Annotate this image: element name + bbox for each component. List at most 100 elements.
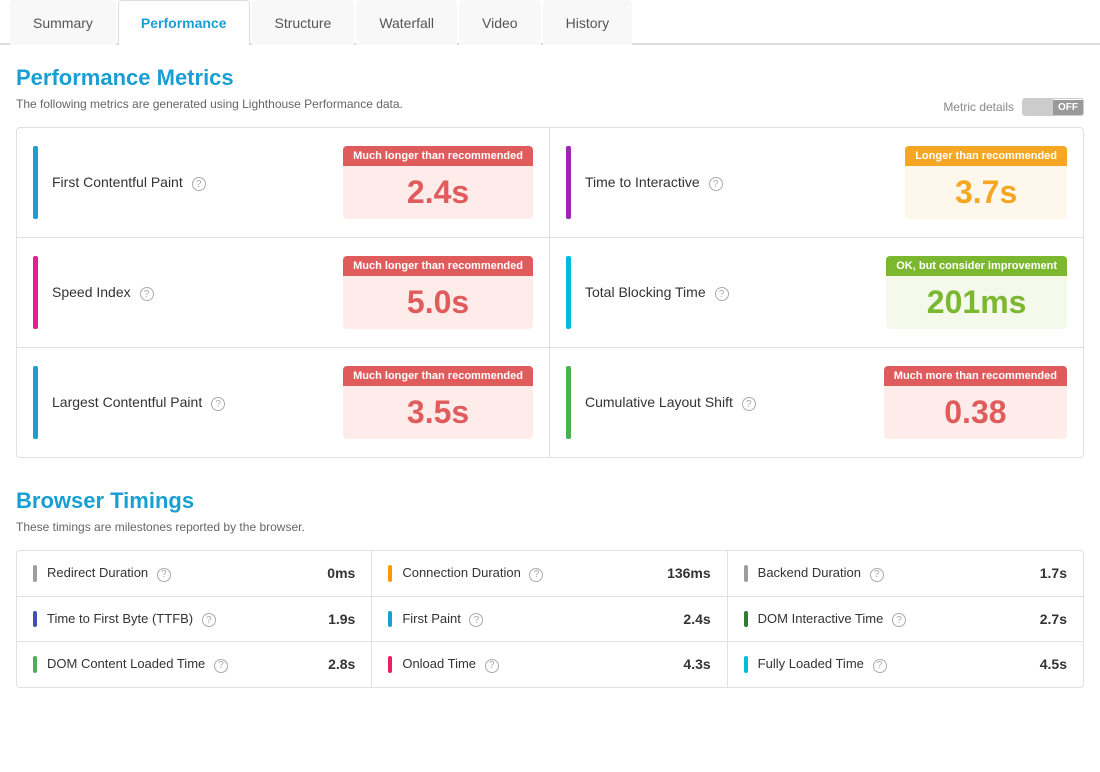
timing-cell-backend-duration: Backend Duration ? 1.7s — [728, 551, 1083, 597]
question-icon-total-blocking-time[interactable]: ? — [715, 287, 729, 301]
metric-details-toggle[interactable]: OFF — [1022, 98, 1084, 116]
timing-cell-dom-content-loaded-time: DOM Content Loaded Time ? 2.8s — [17, 642, 372, 687]
metric-label-time-to-interactive: Time to Interactive ? — [585, 174, 905, 192]
timing-label-redirect-duration: Redirect Duration ? — [47, 565, 317, 582]
timing-cell-redirect-duration: Redirect Duration ? 0ms — [17, 551, 372, 597]
metric-badge-cumulative-layout-shift: Much more than recommended — [884, 366, 1067, 386]
timing-value-fully-loaded-time: 4.5s — [1040, 656, 1067, 672]
question-icon-connection-duration[interactable]: ? — [529, 568, 543, 582]
metric-badge-speed-index: Much longer than recommended — [343, 256, 533, 276]
metric-cell-cumulative-layout-shift: Cumulative Layout Shift ? Much more than… — [550, 348, 1083, 457]
timing-label-backend-duration: Backend Duration ? — [758, 565, 1030, 582]
toggle-off-label: OFF — [1053, 100, 1083, 115]
tab-performance[interactable]: Performance — [118, 0, 250, 45]
metric-value-cumulative-layout-shift: 0.38 — [884, 386, 1067, 439]
question-icon-dom-interactive-time[interactable]: ? — [892, 613, 906, 627]
question-icon-cumulative-layout-shift[interactable]: ? — [742, 397, 756, 411]
timing-cell-first-paint: First Paint ? 2.4s — [372, 597, 727, 643]
question-icon-largest-contentful-paint[interactable]: ? — [211, 397, 225, 411]
timing-value-redirect-duration: 0ms — [327, 565, 355, 581]
browser-timings-title: Browser Timings — [16, 488, 1084, 514]
timing-label-time-to-first-byte: Time to First Byte (TTFB) ? — [47, 611, 318, 628]
timing-label-dom-content-loaded-time: DOM Content Loaded Time ? — [47, 656, 318, 673]
performance-subtitle: The following metrics are generated usin… — [16, 97, 403, 111]
metric-cell-speed-index: Speed Index ? Much longer than recommend… — [17, 238, 550, 348]
metric-badge-first-contentful-paint: Much longer than recommended — [343, 146, 533, 166]
timing-label-connection-duration: Connection Duration ? — [402, 565, 657, 582]
tab-video[interactable]: Video — [459, 0, 541, 45]
metric-value-total-blocking-time: 201ms — [886, 276, 1067, 329]
metric-badge-largest-contentful-paint: Much longer than recommended — [343, 366, 533, 386]
timing-bar-connection-duration — [388, 565, 392, 582]
timing-bar-onload-time — [388, 656, 392, 673]
question-icon-speed-index[interactable]: ? — [140, 287, 154, 301]
question-icon-redirect-duration[interactable]: ? — [157, 568, 171, 582]
metric-bar-total-blocking-time — [566, 256, 571, 329]
timing-value-dom-interactive-time: 2.7s — [1040, 611, 1067, 627]
timing-label-onload-time: Onload Time ? — [402, 656, 673, 673]
timing-bar-redirect-duration — [33, 565, 37, 582]
timing-bar-dom-content-loaded-time — [33, 656, 37, 673]
question-icon-time-to-interactive[interactable]: ? — [709, 177, 723, 191]
metric-cell-time-to-interactive: Time to Interactive ? Longer than recomm… — [550, 128, 1083, 238]
metric-cell-total-blocking-time: Total Blocking Time ? OK, but consider i… — [550, 238, 1083, 348]
tab-waterfall[interactable]: Waterfall — [356, 0, 457, 45]
metric-cell-largest-contentful-paint: Largest Contentful Paint ? Much longer t… — [17, 348, 550, 457]
question-icon-backend-duration[interactable]: ? — [870, 568, 884, 582]
timing-label-fully-loaded-time: Fully Loaded Time ? — [758, 656, 1030, 673]
timing-value-first-paint: 2.4s — [683, 611, 710, 627]
metric-value-box-largest-contentful-paint: Much longer than recommended 3.5s — [343, 366, 533, 439]
timing-bar-dom-interactive-time — [744, 611, 748, 628]
question-icon-onload-time[interactable]: ? — [485, 659, 499, 673]
timing-value-backend-duration: 1.7s — [1040, 565, 1067, 581]
browser-timings-grid: Redirect Duration ? 0ms Connection Durat… — [16, 550, 1084, 688]
metric-label-first-contentful-paint: First Contentful Paint ? — [52, 174, 343, 192]
tab-structure[interactable]: Structure — [252, 0, 355, 45]
question-icon-first-paint[interactable]: ? — [469, 613, 483, 627]
timing-label-dom-interactive-time: DOM Interactive Time ? — [758, 611, 1030, 628]
metric-value-first-contentful-paint: 2.4s — [343, 166, 533, 219]
metric-cell-first-contentful-paint: First Contentful Paint ? Much longer tha… — [17, 128, 550, 238]
question-icon-fully-loaded-time[interactable]: ? — [873, 659, 887, 673]
metric-value-box-total-blocking-time: OK, but consider improvement 201ms — [886, 256, 1067, 329]
toggle-track — [1023, 99, 1053, 115]
metrics-grid: First Contentful Paint ? Much longer tha… — [16, 127, 1084, 458]
timing-value-time-to-first-byte: 1.9s — [328, 611, 355, 627]
question-icon-time-to-first-byte[interactable]: ? — [202, 613, 216, 627]
timing-cell-fully-loaded-time: Fully Loaded Time ? 4.5s — [728, 642, 1083, 687]
timing-value-dom-content-loaded-time: 2.8s — [328, 656, 355, 672]
metric-bar-largest-contentful-paint — [33, 366, 38, 439]
metric-value-box-time-to-interactive: Longer than recommended 3.7s — [905, 146, 1067, 219]
metric-badge-total-blocking-time: OK, but consider improvement — [886, 256, 1067, 276]
performance-title: Performance Metrics — [16, 65, 1084, 91]
tab-summary[interactable]: Summary — [10, 0, 116, 45]
timing-cell-onload-time: Onload Time ? 4.3s — [372, 642, 727, 687]
metric-label-largest-contentful-paint: Largest Contentful Paint ? — [52, 394, 343, 412]
timing-cell-connection-duration: Connection Duration ? 136ms — [372, 551, 727, 597]
timing-bar-first-paint — [388, 611, 392, 628]
question-icon-first-contentful-paint[interactable]: ? — [192, 177, 206, 191]
tab-history[interactable]: History — [543, 0, 633, 45]
metric-label-total-blocking-time: Total Blocking Time ? — [585, 284, 886, 302]
metric-bar-first-contentful-paint — [33, 146, 38, 219]
metric-value-speed-index: 5.0s — [343, 276, 533, 329]
metric-value-box-speed-index: Much longer than recommended 5.0s — [343, 256, 533, 329]
timing-value-onload-time: 4.3s — [683, 656, 710, 672]
browser-timings-subtitle: These timings are milestones reported by… — [16, 520, 1084, 534]
metric-details-label: Metric details — [943, 100, 1014, 114]
timing-label-first-paint: First Paint ? — [402, 611, 673, 628]
metric-bar-speed-index — [33, 256, 38, 329]
metric-badge-time-to-interactive: Longer than recommended — [905, 146, 1067, 166]
timing-cell-time-to-first-byte: Time to First Byte (TTFB) ? 1.9s — [17, 597, 372, 643]
metric-bar-cumulative-layout-shift — [566, 366, 571, 439]
question-icon-dom-content-loaded-time[interactable]: ? — [214, 659, 228, 673]
metric-label-speed-index: Speed Index ? — [52, 284, 343, 302]
tab-bar: Summary Performance Structure Waterfall … — [0, 0, 1100, 45]
timing-bar-backend-duration — [744, 565, 748, 582]
metric-bar-time-to-interactive — [566, 146, 571, 219]
timing-value-connection-duration: 136ms — [667, 565, 711, 581]
browser-timings-section: Browser Timings These timings are milest… — [16, 488, 1084, 688]
metric-value-box-cumulative-layout-shift: Much more than recommended 0.38 — [884, 366, 1067, 439]
content-area: Performance Metrics The following metric… — [0, 45, 1100, 708]
timing-bar-fully-loaded-time — [744, 656, 748, 673]
